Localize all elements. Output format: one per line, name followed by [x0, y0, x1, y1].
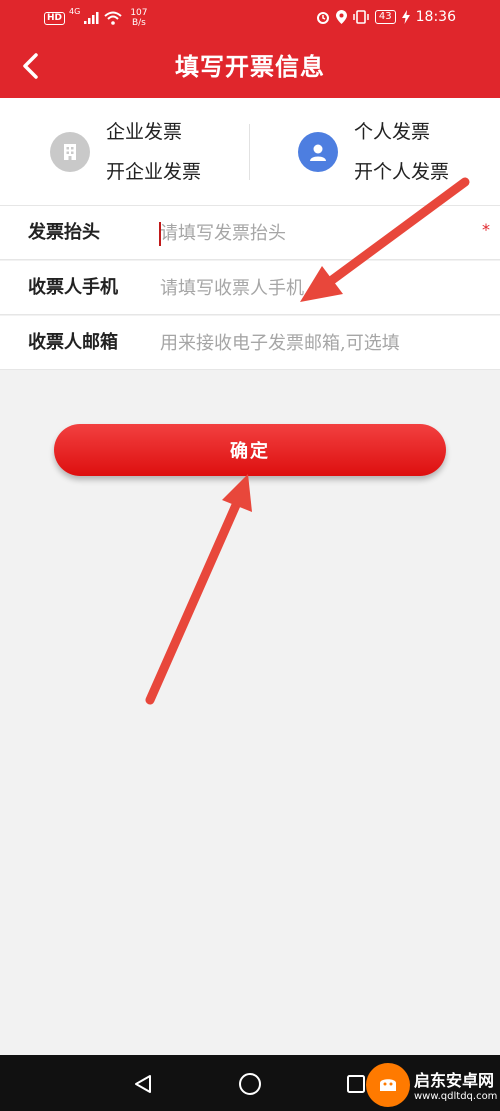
watermark-name: 启东安卓网 [414, 1071, 495, 1090]
alarm-icon [316, 12, 329, 24]
nav-back-button[interactable] [128, 1069, 158, 1099]
status-right: 43 18:36 [316, 9, 456, 25]
circle-home-icon [239, 1073, 261, 1095]
receiver-email-input[interactable] [160, 326, 460, 360]
personal-invoice-title: 个人发票 [354, 121, 431, 143]
location-icon [335, 10, 347, 24]
personal-invoice-option[interactable]: 个人发票 开个人发票 [298, 118, 449, 186]
receiver-email-label: 收票人邮箱 [28, 332, 118, 353]
company-invoice-subtitle: 开企业发票 [106, 161, 202, 183]
vibrate-icon [353, 10, 369, 24]
company-icon-circle [50, 132, 90, 172]
speed-value: 107 [130, 8, 148, 18]
confirm-button[interactable]: 确定 [54, 424, 446, 476]
watermark-logo-icon [366, 1062, 410, 1107]
signal-icon [84, 12, 99, 24]
nav-home-button[interactable] [235, 1069, 265, 1099]
square-recents-icon [347, 1075, 365, 1093]
watermark-text: 启东安卓网 www.qdltdq.com [414, 1067, 497, 1102]
company-invoice-title: 企业发票 [106, 121, 183, 143]
receiver-email-row: 收票人邮箱 [0, 316, 500, 370]
android-logo-icon [380, 1078, 396, 1091]
personal-icon-circle [298, 132, 338, 172]
charging-icon [401, 10, 410, 24]
hd-badge: HD [44, 11, 66, 25]
text-cursor [159, 222, 161, 246]
back-button[interactable] [12, 48, 48, 84]
invoice-title-row: 发票抬头 * [0, 206, 500, 260]
receiver-phone-input[interactable] [160, 271, 460, 305]
person-icon [310, 144, 326, 161]
invoice-type-selector: 企业发票 开企业发票 个人发票 开个人发票 [0, 98, 500, 206]
app-header: HD 4G 107 B/s 43 18:36 填写开票信息 [0, 0, 500, 98]
network-speed: 107 B/s [130, 8, 147, 28]
personal-invoice-text: 个人发票 开个人发票 [354, 118, 449, 186]
invoice-title-input[interactable] [160, 216, 460, 250]
chevron-left-icon [23, 53, 38, 79]
receiver-phone-label: 收票人手机 [28, 277, 118, 298]
page-title: 填写开票信息 [175, 52, 325, 81]
personal-invoice-subtitle: 开个人发票 [354, 161, 450, 183]
watermark-url: www.qdltdq.com [414, 1091, 498, 1102]
wifi-icon [104, 11, 122, 25]
network-type: 4G [69, 7, 81, 16]
company-invoice-option[interactable]: 企业发票 开企业发票 [50, 118, 201, 186]
battery-level: 43 [374, 10, 396, 24]
required-mark: * [482, 220, 490, 239]
status-bar: HD 4G 107 B/s 43 18:36 [0, 0, 500, 36]
receiver-phone-row: 收票人手机 [0, 261, 500, 315]
type-divider [249, 124, 250, 180]
speed-unit: B/s [131, 18, 146, 28]
building-icon [64, 144, 76, 160]
title-bar: 填写开票信息 [0, 36, 500, 98]
arrow-to-confirm-button [145, 474, 252, 705]
triangle-back-icon [135, 1075, 151, 1093]
site-watermark: 启东安卓网 www.qdltdq.com [366, 1058, 500, 1111]
invoice-title-label: 发票抬头 [28, 222, 100, 243]
company-invoice-text: 企业发票 开企业发票 [106, 118, 201, 186]
status-left: HD 4G 107 B/s [44, 8, 148, 28]
status-time: 18:36 [415, 9, 456, 25]
